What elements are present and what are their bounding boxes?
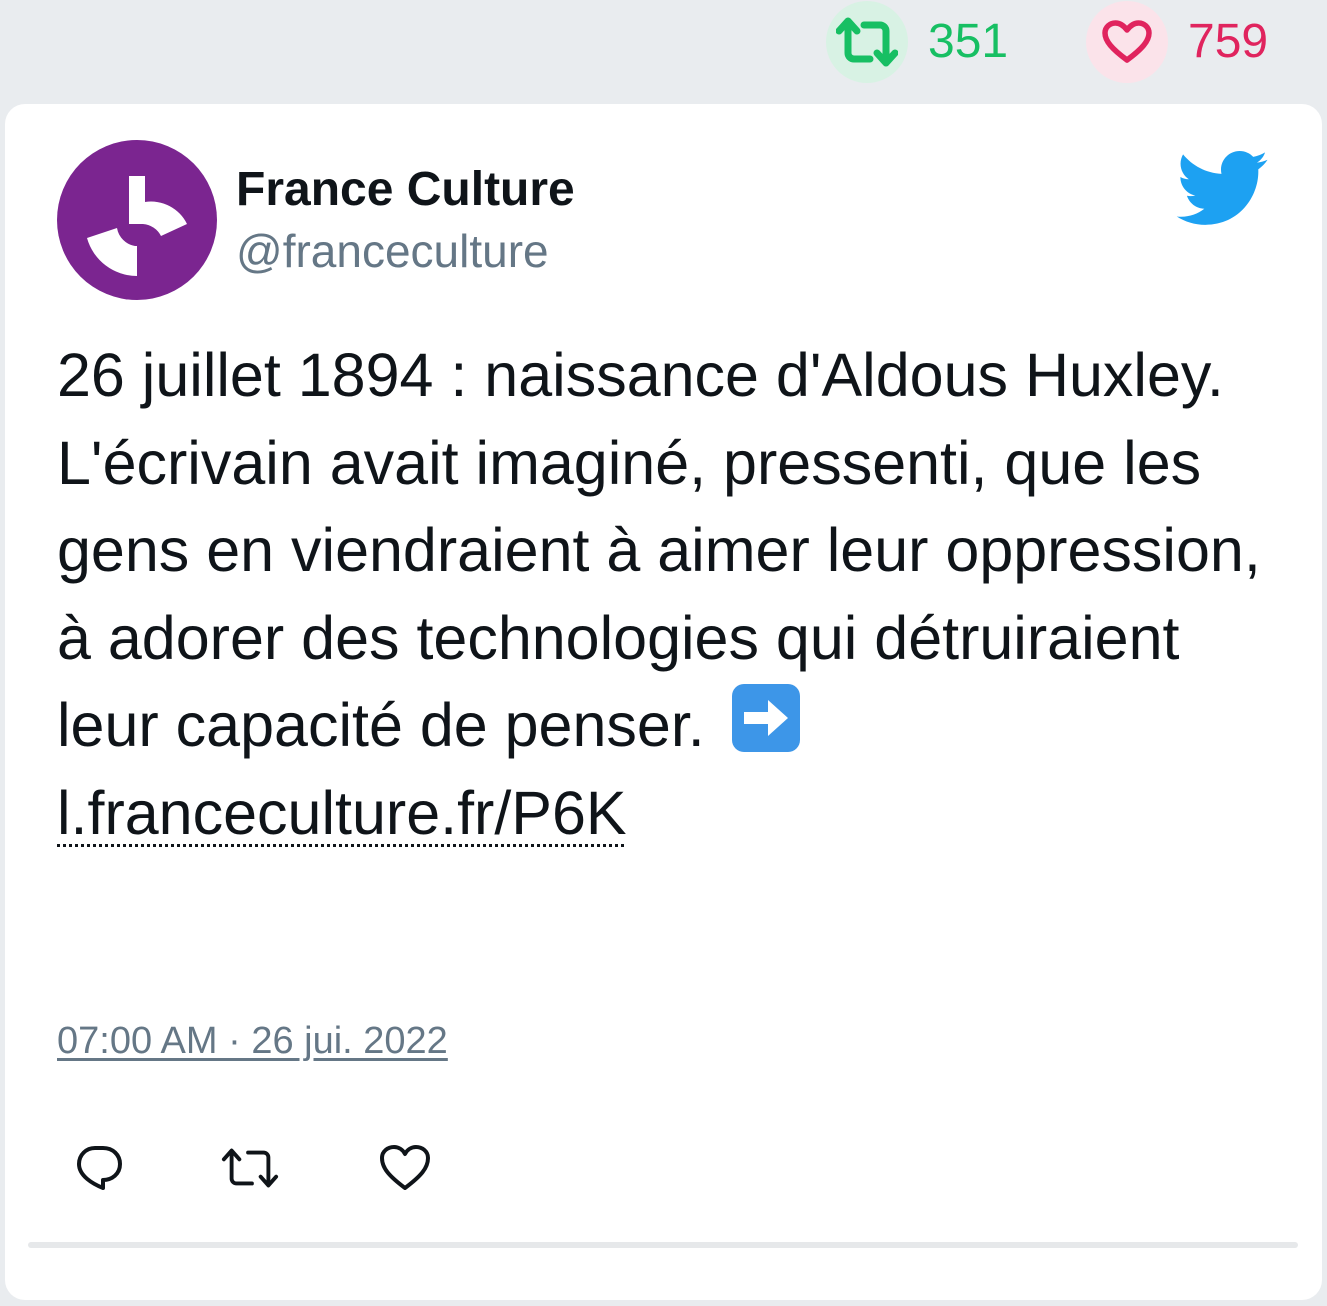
author-handle[interactable]: @franceculture [236, 224, 549, 278]
avatar[interactable] [57, 140, 217, 300]
retweet-stat[interactable]: 351 [826, 0, 1008, 84]
like-count: 759 [1188, 15, 1269, 68]
divider [28, 1242, 1298, 1248]
engagement-stats: 351 759 [0, 0, 1327, 84]
heart-icon [380, 1145, 430, 1190]
tweet-actions [5, 1138, 1322, 1198]
heart-icon [1086, 1, 1168, 83]
twitter-bird-icon[interactable] [1173, 148, 1269, 228]
retweet-button[interactable] [220, 1138, 280, 1198]
retweet-count: 351 [928, 15, 1009, 68]
reply-button[interactable] [69, 1138, 129, 1198]
tweet-link[interactable]: l.franceculture.fr/P6K [57, 779, 627, 847]
tweet-text: 26 juillet 1894 : naissance d'Aldous Hux… [57, 332, 1267, 857]
tweet-body: 26 juillet 1894 : naissance d'Aldous Hux… [57, 341, 1261, 759]
retweet-icon [221, 1148, 279, 1188]
like-stat[interactable]: 759 [1086, 0, 1268, 84]
reply-icon [77, 1146, 122, 1190]
retweet-icon [826, 1, 908, 83]
tweet-timestamp[interactable]: 07:00 AM · 26 jui. 2022 [57, 1020, 448, 1063]
tweet-card: France Culture @franceculture 26 juillet… [5, 104, 1322, 1300]
right-arrow-emoji [731, 684, 800, 752]
author-name[interactable]: France Culture [236, 162, 575, 217]
france-culture-logo [87, 176, 187, 276]
like-button[interactable] [375, 1138, 435, 1198]
